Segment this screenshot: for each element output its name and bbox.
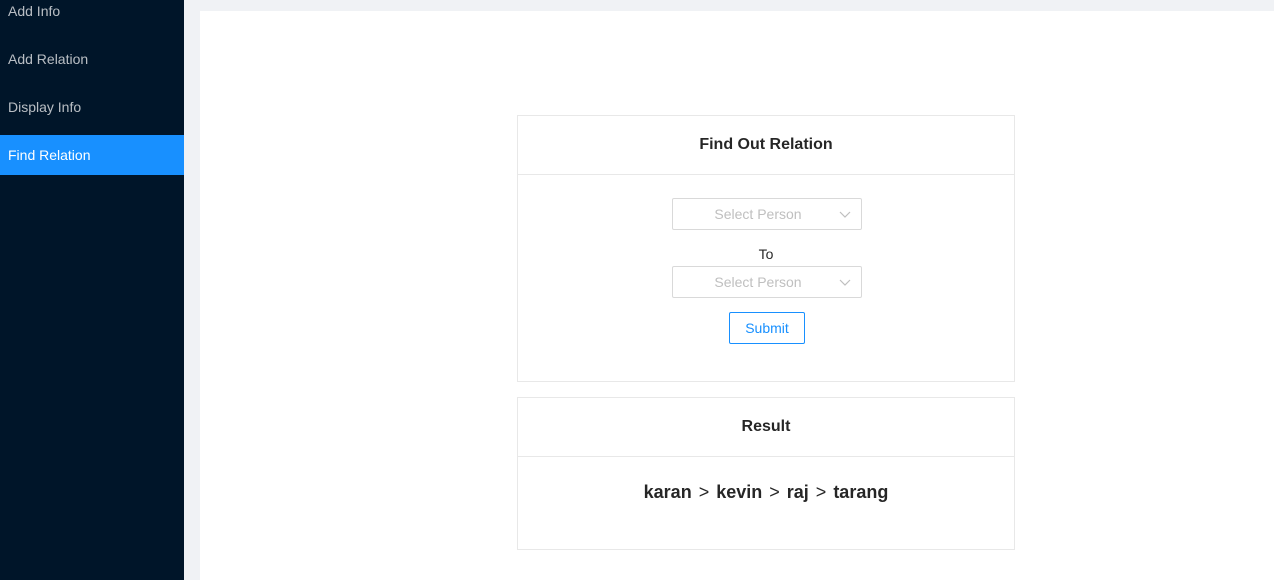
result-card-title: Result (518, 398, 1014, 457)
relation-path-person: raj (786, 482, 809, 502)
sidebar-item-display-info[interactable]: Display Info (0, 87, 184, 127)
relation-path-separator: > (769, 482, 780, 502)
relation-path: karan > kevin > raj > tarang (518, 482, 1014, 503)
to-label: To (758, 246, 774, 262)
relation-path-separator: > (815, 482, 827, 502)
find-relation-card: Find Out Relation Select Person To Selec… (517, 115, 1015, 382)
result-card: Result karan > kevin > raj > tarang (517, 397, 1015, 550)
relation-path-separator: > (698, 482, 710, 502)
from-person-placeholder: Select Person (714, 206, 802, 222)
sidebar-item-add-info[interactable]: Add Info (0, 0, 184, 31)
main-content: Find Out Relation Select Person To Selec… (200, 11, 1274, 580)
submit-button[interactable]: Submit (729, 312, 805, 344)
chevron-down-icon (839, 211, 851, 218)
relation-path-person: kevin (716, 482, 763, 502)
to-person-select[interactable]: Select Person (672, 266, 862, 298)
chevron-down-icon (839, 279, 851, 286)
relation-path-person: tarang (833, 482, 889, 502)
from-person-select[interactable]: Select Person (672, 198, 862, 230)
sidebar-item-find-relation[interactable]: Find Relation (0, 135, 184, 175)
find-relation-card-title: Find Out Relation (518, 116, 1014, 175)
relation-path-person: karan (643, 482, 692, 502)
sidebar: Add Info Add Relation Display Info Find … (0, 0, 184, 580)
sidebar-item-add-relation[interactable]: Add Relation (0, 39, 184, 79)
to-person-placeholder: Select Person (714, 274, 802, 290)
